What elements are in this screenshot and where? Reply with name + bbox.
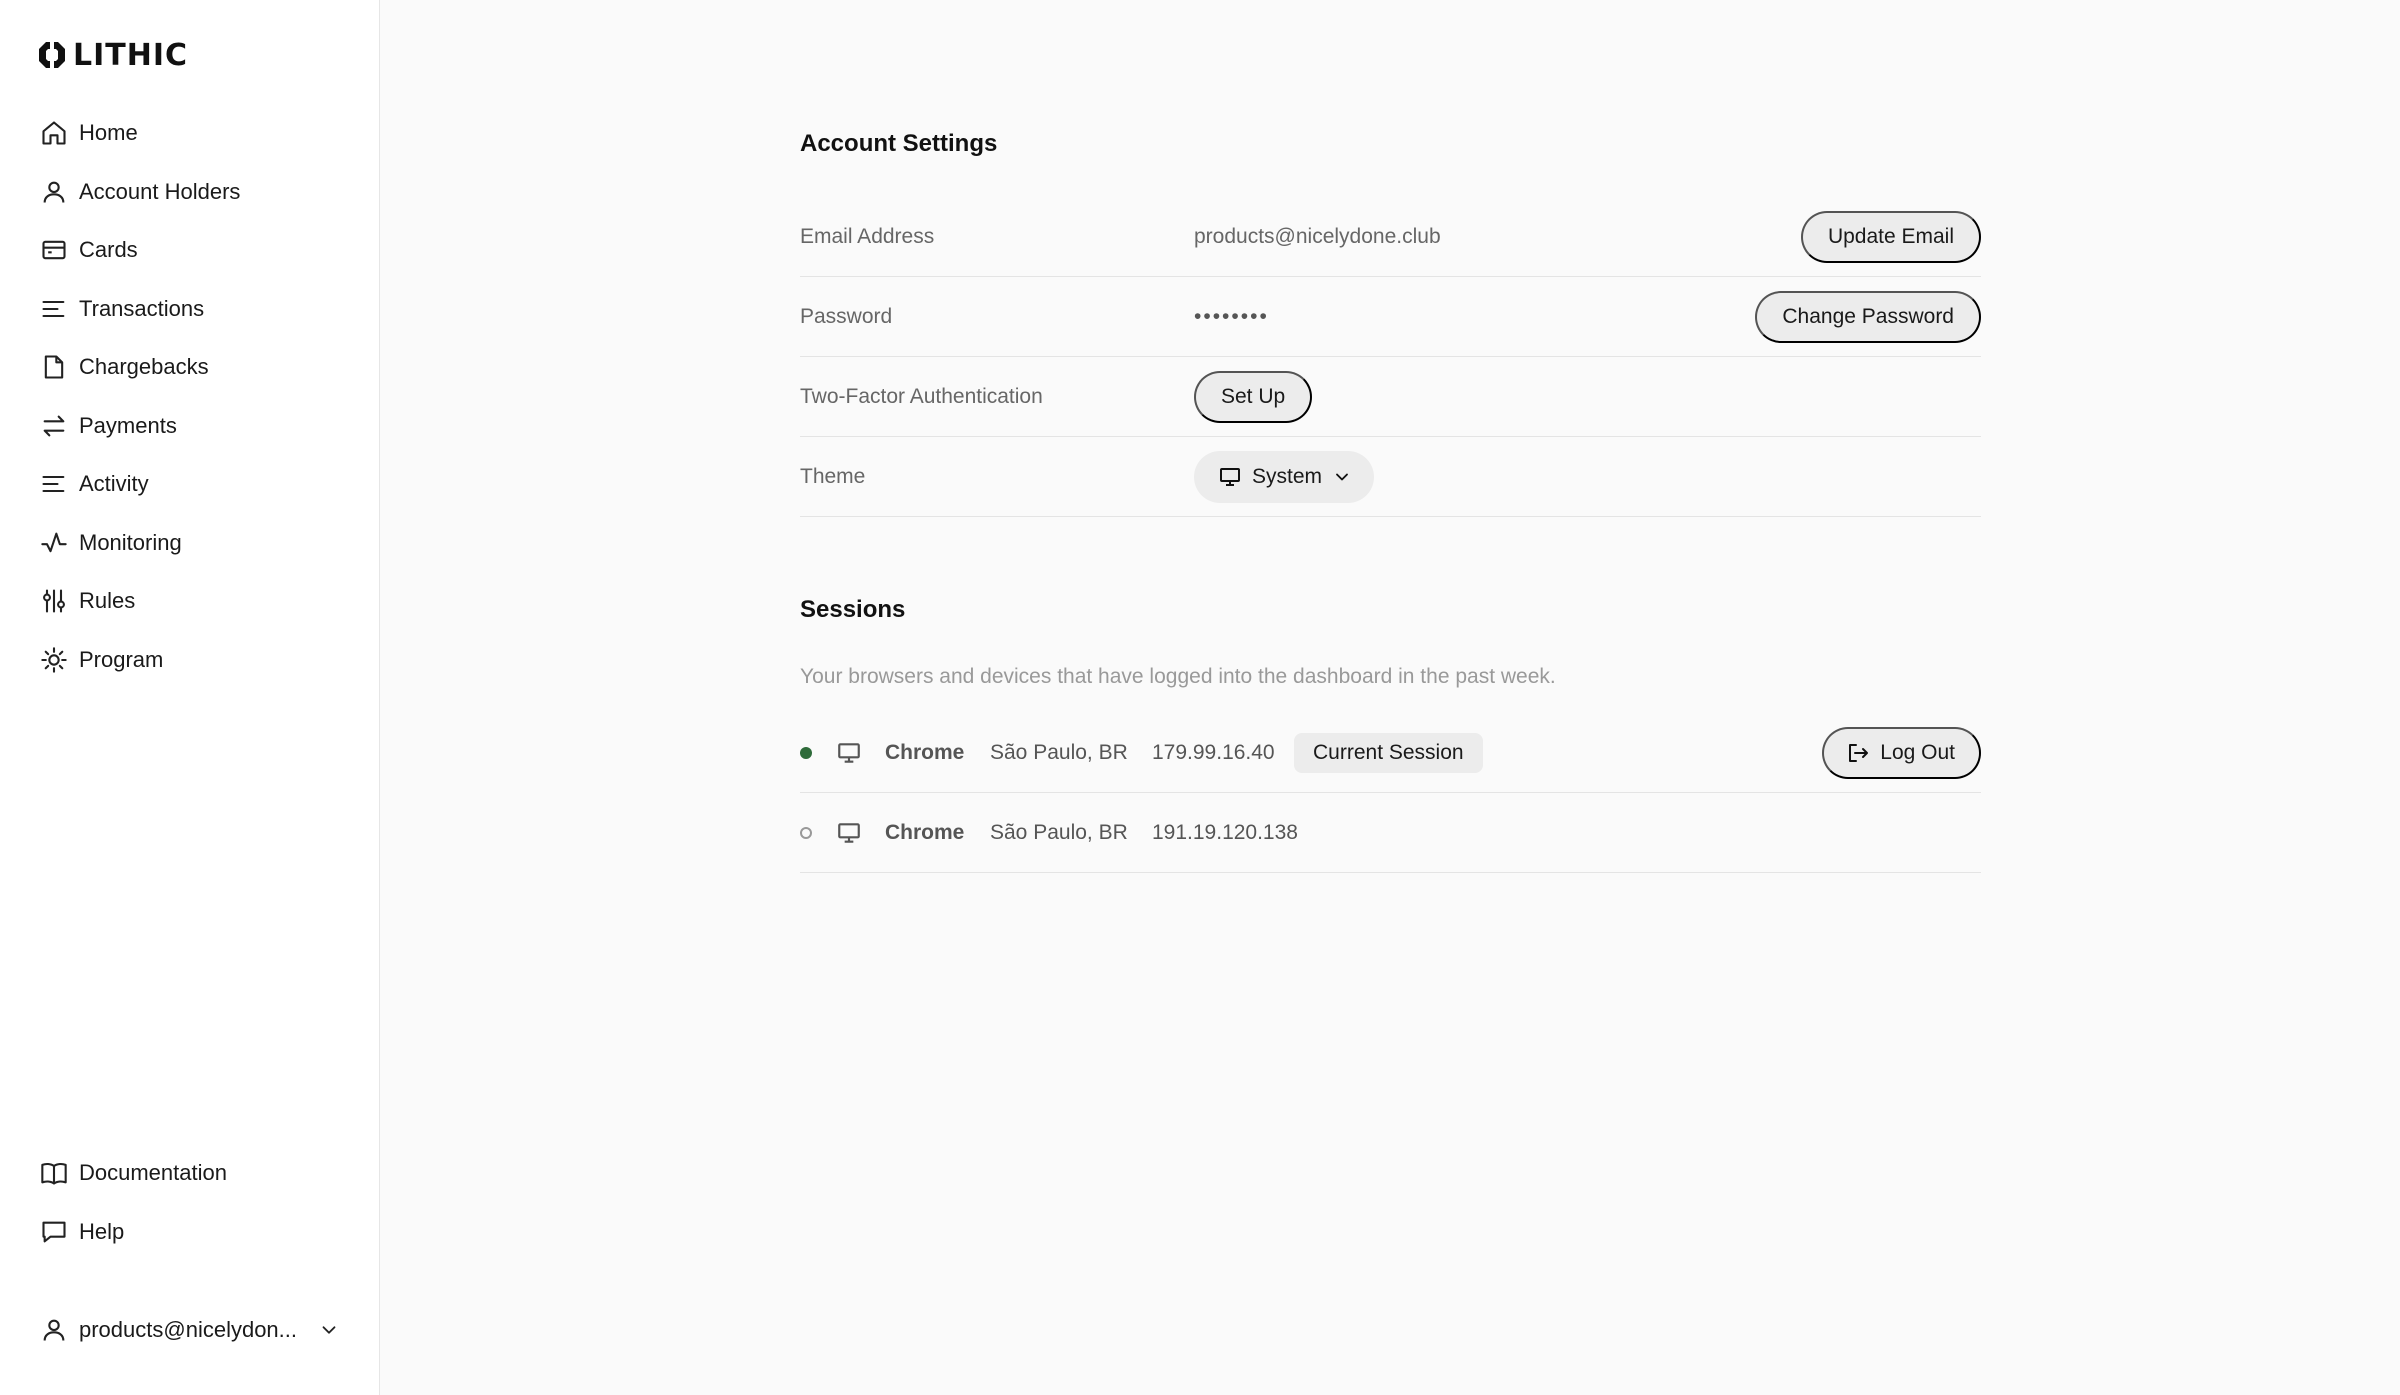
- nav-item-label: Rules: [79, 588, 136, 614]
- nav-item-label: Transactions: [79, 295, 205, 321]
- nav-item-rules[interactable]: Rules: [40, 572, 360, 631]
- monitor-icon: [1220, 467, 1240, 486]
- pulse-icon: [41, 532, 67, 552]
- session-ip: 179.99.16.40: [1152, 740, 1275, 764]
- two-factor-row: Two-Factor Authentication Set Up: [800, 357, 1981, 437]
- nav-item-label: Account Holders: [79, 178, 241, 204]
- change-password-button[interactable]: Change Password: [1755, 290, 1981, 343]
- message-icon: [42, 1221, 66, 1243]
- nav-item-payments[interactable]: Payments: [40, 397, 360, 456]
- session-row: Chrome São Paulo, BR 191.19.120.138: [800, 793, 1981, 873]
- secondary-nav: Documentation Help: [40, 1144, 360, 1261]
- card-icon: [42, 241, 66, 260]
- password-label: Password: [800, 304, 893, 328]
- user-email-label: products@nicelydon...: [79, 1317, 298, 1342]
- session-active-dot: [800, 746, 812, 759]
- nav-item-label: Activity: [79, 471, 149, 497]
- nav-item-transactions[interactable]: Transactions: [40, 280, 360, 339]
- sliders-icon: [43, 589, 65, 613]
- lithic-logo[interactable]: LITHIC: [37, 37, 189, 73]
- session-inactive-dot: [800, 826, 812, 839]
- brand-name: LITHIC: [73, 37, 189, 73]
- session-location: São Paulo, BR: [990, 820, 1128, 844]
- book-icon: [41, 1163, 67, 1185]
- password-value: ••••••••: [1194, 304, 1269, 328]
- chevron-down-icon: [1336, 473, 1348, 480]
- chevron-down-icon: [322, 1326, 336, 1334]
- two-factor-setup-button[interactable]: Set Up: [1194, 370, 1313, 423]
- account-settings-title: Account Settings: [800, 130, 998, 157]
- user-icon: [43, 181, 65, 203]
- nav-item-activity[interactable]: Activity: [40, 455, 360, 514]
- nav-item-account-holders[interactable]: Account Holders: [40, 163, 360, 222]
- nav-item-label: Help: [79, 1218, 125, 1244]
- session-browser: Chrome: [885, 820, 965, 844]
- session-location: São Paulo, BR: [990, 740, 1128, 764]
- nav-item-home[interactable]: Home: [40, 104, 360, 163]
- user-menu[interactable]: products@nicelydon...: [40, 1300, 340, 1360]
- log-out-label: Log Out: [1880, 740, 1955, 764]
- nav-item-label: Home: [79, 120, 138, 146]
- theme-row: Theme System: [800, 437, 1981, 517]
- sessions-title: Sessions: [800, 596, 906, 623]
- nav-item-cards[interactable]: Cards: [40, 221, 360, 280]
- nav-item-documentation[interactable]: Documentation: [40, 1144, 360, 1203]
- arrows-icon: [43, 415, 65, 437]
- session-row: Chrome São Paulo, BR 179.99.16.40 Curren…: [800, 713, 1981, 793]
- sidebar: LITHIC Home Account Holders Cards Transa…: [0, 0, 380, 1395]
- theme-label: Theme: [800, 464, 866, 488]
- user-icon: [43, 1319, 65, 1341]
- file-icon: [44, 355, 64, 379]
- sessions-description: Your browsers and devices that have logg…: [800, 665, 1556, 688]
- theme-value: System: [1252, 464, 1323, 488]
- email-label: Email Address: [800, 224, 935, 248]
- log-out-button[interactable]: Log Out: [1822, 726, 1981, 779]
- primary-nav: Home Account Holders Cards Transactions …: [40, 104, 360, 689]
- nav-item-monitoring[interactable]: Monitoring: [40, 514, 360, 573]
- password-row: Password •••••••• Change Password: [800, 277, 1981, 357]
- list-icon: [42, 300, 65, 317]
- nav-item-label: Monitoring: [79, 529, 182, 555]
- email-row: Email Address products@nicelydone.club U…: [800, 197, 1981, 277]
- nav-item-label: Cards: [79, 237, 138, 263]
- nav-item-label: Payments: [79, 412, 177, 438]
- nav-item-label: Program: [79, 646, 164, 672]
- email-value: products@nicelydone.club: [1194, 224, 1441, 248]
- lithic-logo-icon: [39, 40, 65, 70]
- theme-select[interactable]: System: [1194, 450, 1375, 503]
- gear-icon: [41, 647, 67, 673]
- desktop-icon: [838, 822, 860, 843]
- update-email-button[interactable]: Update Email: [1800, 210, 1981, 263]
- desktop-icon: [838, 742, 860, 763]
- session-browser: Chrome: [885, 740, 965, 764]
- session-ip: 191.19.120.138: [1152, 820, 1298, 844]
- current-session-badge: Current Session: [1294, 732, 1483, 773]
- logout-icon: [1849, 743, 1869, 762]
- two-factor-label: Two-Factor Authentication: [800, 384, 1043, 408]
- nav-item-help[interactable]: Help: [40, 1203, 360, 1262]
- nav-item-label: Chargebacks: [79, 354, 209, 380]
- nav-item-chargebacks[interactable]: Chargebacks: [40, 338, 360, 397]
- list-icon: [42, 476, 65, 493]
- nav-item-label: Documentation: [79, 1160, 227, 1186]
- home-icon: [42, 121, 66, 145]
- nav-item-program[interactable]: Program: [40, 631, 360, 690]
